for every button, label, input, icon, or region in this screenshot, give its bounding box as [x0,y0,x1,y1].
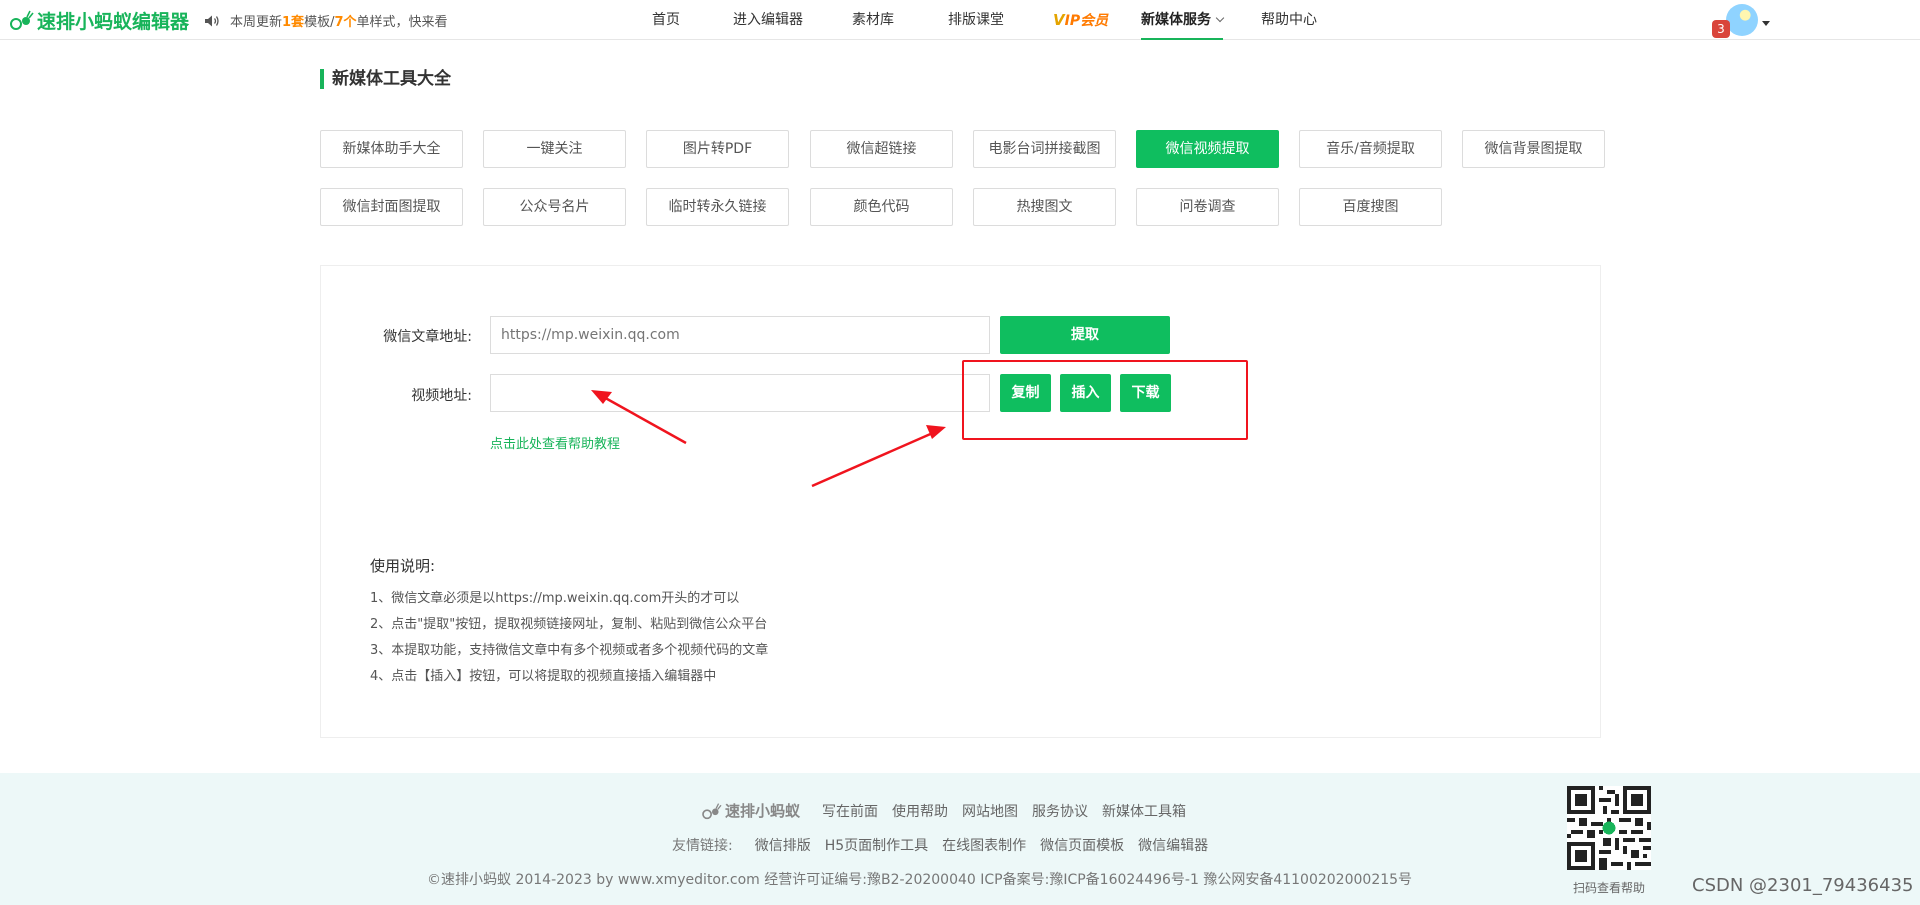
user-avatar[interactable] [1726,4,1758,36]
notice-count-styles: 7个 [334,15,357,30]
notification-badge[interactable]: 3 [1712,20,1730,38]
annotation-highlight-box [962,360,1248,440]
help-tutorial-link[interactable]: 点击此处查看帮助教程 [490,433,620,452]
watermark: CSDN @2301_79436435 [1692,875,1914,896]
footer-logo-text: 速排小蚂蚁 [725,802,801,820]
tool-button[interactable]: 微信超链接 [810,130,953,168]
qr-code-icon [1567,786,1651,870]
nav-help[interactable]: 帮助中心 [1261,0,1317,40]
nav-home[interactable]: 首页 [652,0,680,40]
vip-v-mark: V [1053,11,1065,29]
speaker-icon [205,15,219,26]
friend-link[interactable]: 微信编辑器 [1138,835,1208,855]
article-url-input[interactable] [490,316,990,354]
footer-link[interactable]: 服务协议 [1032,801,1088,821]
nav-newmedia[interactable]: 新媒体服务 [1141,0,1225,40]
usage-line: 4、点击【插入】按钮，可以将提取的视频直接插入编辑器中 [370,669,717,684]
tool-button[interactable]: 公众号名片 [483,188,626,226]
usage-line: 2、点击"提取"按钮，提取视频链接网址，复制、粘贴到微信公众平台 [370,617,768,632]
tool-button[interactable]: 问卷调查 [1136,188,1279,226]
nav-editor[interactable]: 进入编辑器 [733,0,803,40]
friend-link[interactable]: 微信排版 [755,835,811,855]
usage-line: 3、本提取功能，支持微信文章中有多个视频或者多个视频代码的文章 [370,643,769,658]
notice-mid: 模板/ [304,15,335,30]
usage-line: 1、微信文章必须是以https://mp.weixin.qq.com开头的才可以 [370,591,740,606]
chevron-down-icon [1215,13,1225,23]
friend-links: 友情链接: 微信排版 H5页面制作工具 在线图表制作 微信页面模板 微信编辑器 [672,835,1222,855]
tool-button[interactable]: 百度搜图 [1299,188,1442,226]
page-title: 新媒体工具大全 [320,69,451,89]
footer-link[interactable]: 使用帮助 [892,801,948,821]
footer-links: 速排小蚂蚁 写在前面 使用帮助 网站地图 服务协议 新媒体工具箱 [702,800,1200,821]
footer-link[interactable]: 网站地图 [962,801,1018,821]
notice-count-templates: 1套 [282,15,305,30]
friend-link[interactable]: H5页面制作工具 [825,835,928,855]
nav-materials[interactable]: 素材库 [852,0,894,40]
ant-logo-icon [702,802,722,819]
tool-button[interactable]: 临时转永久链接 [646,188,789,226]
friend-links-label: 友情链接: [672,838,733,854]
copyright-text: ©速排小蚂蚁 2014-2023 by www.xmyeditor.com 经营… [427,872,1413,888]
notice-suffix: 单样式，快来看 [356,15,448,30]
tool-button[interactable]: 图片转PDF [646,130,789,168]
video-url-label: 视频地址: [411,388,472,404]
ant-logo-icon [10,10,34,30]
footer-link[interactable]: 写在前面 [822,801,878,821]
tool-button[interactable]: 微信背景图提取 [1462,130,1605,168]
tool-button[interactable]: 电影台词拼接截图 [973,130,1116,168]
notice-prefix: 本周更新 [230,15,283,30]
tool-button[interactable]: 热搜图文 [973,188,1116,226]
nav-newmedia-label: 新媒体服务 [1141,12,1211,28]
caret-down-icon[interactable] [1762,21,1770,26]
tool-button[interactable]: 音乐/音频提取 [1299,130,1442,168]
vip-label: IP会员 [1064,13,1109,29]
top-header: 速排小蚂蚁编辑器 本周更新 1套 模板/7个 单样式，快来看 首页 进入编辑器 素材库… [0,0,1920,40]
article-url-label: 微信文章地址: [383,329,472,345]
video-url-input[interactable] [490,374,990,412]
tool-button[interactable]: 微信封面图提取 [320,188,463,226]
logo-text: 速排小蚂蚁编辑器 [37,10,190,33]
friend-link[interactable]: 微信页面模板 [1040,835,1124,855]
update-notice[interactable]: 本周更新 1套 模板/7个 单样式，快来看 [204,11,448,30]
footer-link[interactable]: 新媒体工具箱 [1102,801,1186,821]
nav-vip[interactable]: VIP会员 [1053,0,1108,40]
footer-logo[interactable]: 速排小蚂蚁 [702,800,800,821]
tool-button[interactable]: 一键关注 [483,130,626,168]
site-logo[interactable]: 速排小蚂蚁编辑器 [10,8,190,33]
tool-button[interactable]: 颜色代码 [810,188,953,226]
nav-classroom[interactable]: 排版课堂 [948,0,1004,40]
tool-button[interactable]: 新媒体助手大全 [320,130,463,168]
tool-button[interactable]: 微信视频提取 [1136,130,1279,168]
friend-link[interactable]: 在线图表制作 [942,835,1026,855]
usage-title: 使用说明: [370,557,436,575]
qr-caption: 扫码查看帮助 [1573,881,1646,895]
extract-button[interactable]: 提取 [1000,316,1170,354]
